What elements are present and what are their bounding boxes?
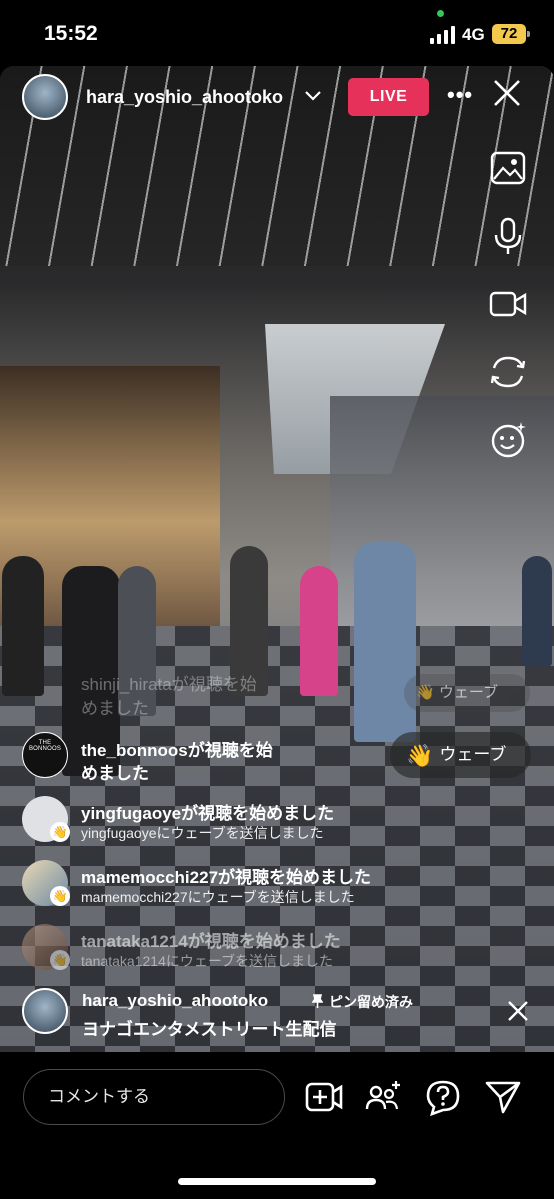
live-badge: LIVE: [348, 78, 429, 116]
comment-name: shinji_hirataが視聴を始: [81, 675, 257, 694]
home-indicator[interactable]: [178, 1178, 376, 1185]
bottom-bar: コメントする: [0, 1052, 554, 1199]
photo-icon[interactable]: [488, 148, 528, 188]
wave-hand-icon: 👋: [50, 950, 70, 970]
side-toolbar: [488, 148, 530, 488]
status-time: 15:52: [44, 22, 98, 45]
comment-input[interactable]: コメントする: [23, 1069, 285, 1125]
wave-hand-icon: 👋: [50, 822, 70, 842]
video-person: [300, 566, 338, 696]
network-type: 4G: [462, 25, 485, 44]
pinned-text: ヨナゴエンタメストリート生配信: [82, 1020, 337, 1039]
wave-label: ウェーブ: [439, 745, 507, 764]
add-guest-video-icon[interactable]: [305, 1078, 343, 1116]
wave-button[interactable]: 👋 ウェーブ: [390, 732, 531, 778]
battery-icon: 72: [492, 24, 530, 44]
microphone-icon[interactable]: [488, 216, 528, 256]
chevron-down-icon[interactable]: [304, 86, 322, 107]
wave-hand-icon: 👋: [406, 742, 434, 768]
pinned-label: ピン留め済み: [311, 992, 413, 1012]
host-username[interactable]: hara_yoshio_ahootoko: [86, 87, 294, 108]
pin-icon: [311, 994, 324, 1008]
status-bar: 15:52 4G 72: [0, 0, 554, 66]
invite-people-icon[interactable]: [364, 1078, 402, 1116]
avatar-text: THE BONNOOS: [28, 740, 62, 752]
camera-indicator-dot: [437, 10, 444, 17]
comment-sub: めました: [81, 764, 149, 783]
comment-sub: めました: [81, 699, 149, 718]
avatar[interactable]: [22, 988, 68, 1034]
more-options-icon[interactable]: •••: [447, 82, 473, 108]
close-icon[interactable]: [507, 998, 529, 1029]
question-icon[interactable]: [424, 1078, 462, 1117]
video-person: [354, 542, 416, 742]
flip-camera-icon[interactable]: [488, 352, 528, 392]
pinned-label-text: ピン留め済み: [329, 994, 413, 1010]
close-icon[interactable]: [492, 78, 522, 114]
wave-hand-icon: 👋: [50, 886, 70, 906]
comment-name: mamemocchi227が視聴を始めました: [81, 868, 372, 887]
live-header: hara_yoshio_ahootoko LIVE •••: [0, 74, 554, 122]
comment-sub: tanataka1214にウェーブを送信しました: [81, 953, 334, 969]
avatar[interactable]: THE BONNOOS: [22, 732, 68, 778]
wave-hand-icon: 👋: [416, 684, 435, 701]
effects-icon[interactable]: [488, 420, 528, 460]
comment-name: the_bonnoosが視聴を始: [81, 741, 273, 760]
pinned-username: hara_yoshio_ahootoko: [82, 991, 269, 1010]
video-person: [2, 556, 44, 696]
comment-name: tanataka1214が視聴を始めました: [81, 932, 341, 951]
comment-name: yingfugaoyeが視聴を始めました: [81, 804, 335, 823]
pinned-comment: hara_yoshio_ahootoko ピン留め済み ヨナゴエンタメストリート…: [0, 984, 554, 1052]
send-icon[interactable]: [484, 1078, 522, 1116]
signal-icon: [430, 26, 456, 44]
wave-ghost-label: ウェーブ: [438, 684, 498, 701]
avatar[interactable]: [22, 74, 68, 120]
video-camera-icon[interactable]: [488, 284, 528, 324]
comment-sub: mamemocchi227にウェーブを送信しました: [81, 889, 355, 905]
video-person: [522, 556, 552, 666]
wave-button-fading: 👋 ウェーブ: [404, 674, 530, 712]
comment-sub: yingfugaoyeにウェーブを送信しました: [81, 825, 324, 841]
